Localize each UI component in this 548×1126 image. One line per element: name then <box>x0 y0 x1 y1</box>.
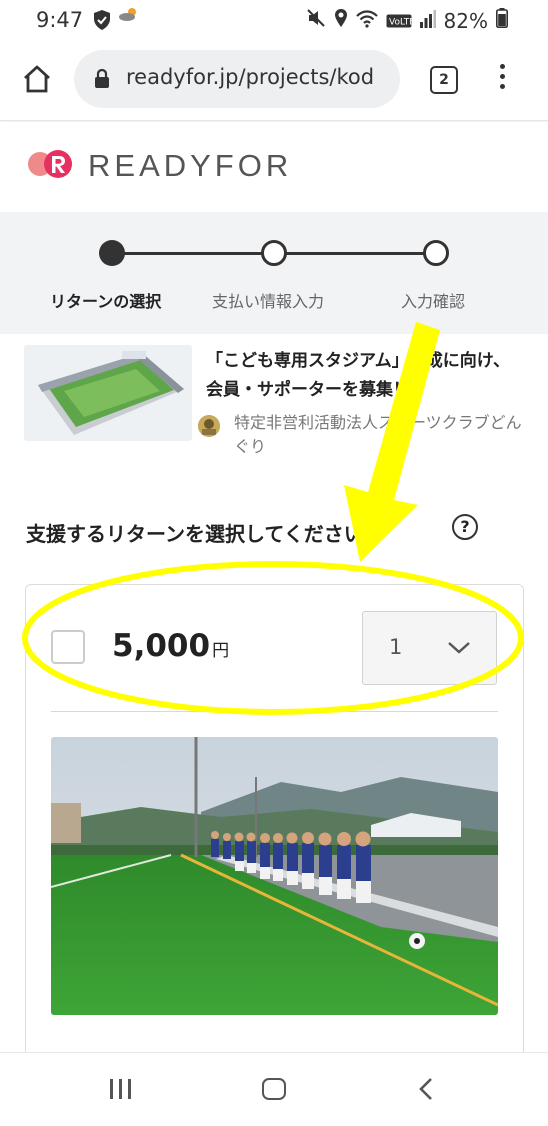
help-icon[interactable]: ? <box>452 514 478 540</box>
readyfor-logo-icon[interactable] <box>28 146 74 186</box>
tab-switcher-button[interactable]: 2 <box>430 66 458 94</box>
progress-steps: リターンの選択 支払い情報入力 入力確認 <box>0 212 548 334</box>
status-bar: 9:47 VoLTE 82% <box>0 0 548 40</box>
mute-icon <box>306 8 326 33</box>
return-checkbox[interactable] <box>51 630 85 664</box>
price-amount: 5,000 <box>112 628 211 664</box>
volte-icon: VoLTE <box>386 9 415 33</box>
step-dot-1 <box>99 240 125 266</box>
organization-name: 特定非営利活動法人スポーツクラブどんぐり <box>234 413 522 456</box>
price-currency: 円 <box>212 641 230 661</box>
step-label-1: リターンの選択 <box>50 292 162 311</box>
lock-icon <box>94 68 110 93</box>
shield-icon <box>92 9 112 35</box>
home-nav-icon[interactable] <box>262 1078 286 1100</box>
battery-icon <box>496 8 508 33</box>
browser-toolbar: readyfor.jp/projects/kod 2 <box>0 40 548 121</box>
weather-icon <box>118 6 140 26</box>
step-connector <box>112 252 274 255</box>
more-menu-icon[interactable] <box>500 64 510 94</box>
quantity-select[interactable]: 1 <box>362 611 497 685</box>
step-label-2: 支払い情報入力 <box>212 292 325 311</box>
svg-text:VoLTE: VoLTE <box>389 17 412 27</box>
step-label-3: 入力確認 <box>401 292 466 311</box>
project-thumbnail <box>24 345 192 441</box>
system-nav-bar <box>0 1052 548 1126</box>
recent-apps-icon[interactable] <box>110 1079 131 1099</box>
step-dot-3 <box>423 240 449 266</box>
step-dot-2 <box>261 240 287 266</box>
project-summary[interactable]: 「こども専用スタジアム」完成に向け、会員・サポーターを募集！ 特定非営利活動法人… <box>24 345 524 465</box>
back-icon[interactable] <box>418 1077 434 1105</box>
location-icon <box>334 8 348 33</box>
home-icon[interactable] <box>22 64 52 94</box>
chevron-down-icon <box>447 640 471 659</box>
url-text: readyfor.jp/projects/kod <box>126 65 375 89</box>
status-time: 9:47 <box>36 8 84 32</box>
return-price: 5,000 円 <box>112 628 229 664</box>
select-return-heading: 支援するリターンを選択してください <box>26 522 364 546</box>
return-photo <box>51 737 498 1015</box>
card-divider <box>51 711 498 712</box>
return-card[interactable]: 5,000 円 1 <box>25 584 524 1086</box>
step-connector <box>274 252 436 255</box>
wifi-icon <box>355 9 378 33</box>
brand-name[interactable]: READYFOR <box>88 148 292 184</box>
project-title[interactable]: 「こども専用スタジアム」完成に向け、会員・サポーターを募集！ <box>206 347 516 405</box>
signal-icon <box>419 9 436 33</box>
battery-percent: 82% <box>443 8 488 33</box>
organization-avatar <box>198 415 220 437</box>
site-header: READYFOR <box>0 122 548 212</box>
address-bar[interactable]: readyfor.jp/projects/kod <box>74 50 400 108</box>
quantity-value: 1 <box>389 635 403 659</box>
